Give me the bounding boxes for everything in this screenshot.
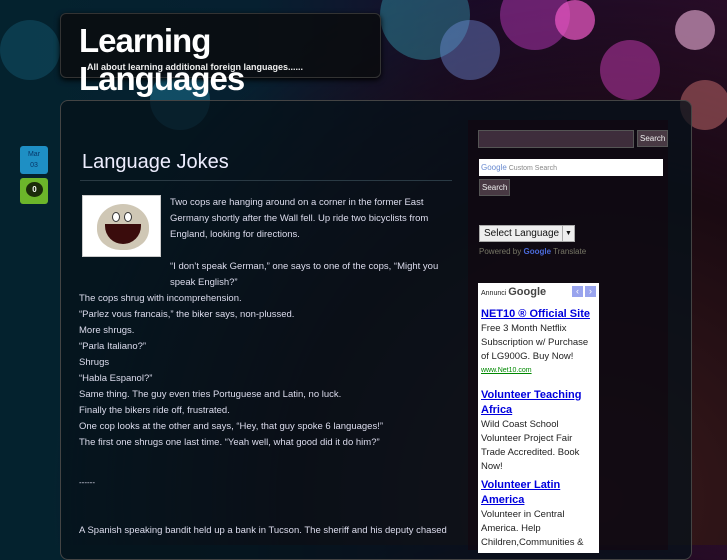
ad-text: Volunteer in Central America. Help Child… bbox=[481, 509, 584, 548]
site-title[interactable]: Learning Languages bbox=[79, 22, 380, 98]
site-tagline: All about learning additional foreign la… bbox=[87, 62, 304, 72]
ad-link[interactable]: Volunteer Teaching Africa bbox=[481, 388, 596, 418]
line: More shrugs. bbox=[79, 325, 135, 336]
line: Same thing. The guy even tries Portugues… bbox=[79, 389, 342, 400]
google-ads-box: Annunci Google ‹ › NET10 ® Official Site… bbox=[478, 283, 599, 553]
paragraph: A Spanish speaking bandit held up a bank… bbox=[79, 525, 447, 536]
ad-url[interactable]: www.Net10.com bbox=[481, 364, 596, 378]
google-search-button[interactable]: Search bbox=[479, 179, 511, 196]
google-custom-search-input[interactable]: Google Custom Search bbox=[479, 159, 663, 176]
google-logo: Google bbox=[481, 163, 507, 172]
site-header: Learning Languages All about learning ad… bbox=[60, 13, 381, 97]
line: “Parlez vous francais,” the biker says, … bbox=[79, 309, 295, 320]
chevron-down-icon: ▼ bbox=[562, 226, 574, 241]
language-select[interactable]: Select Language ▼ bbox=[479, 225, 575, 242]
post-date-badge: Mar 03 bbox=[20, 146, 48, 174]
ad-link[interactable]: Volunteer Latin America bbox=[481, 478, 596, 508]
line: “Habla Espanol?” bbox=[79, 373, 153, 384]
paragraph: “I don’t speak German,” one says to one … bbox=[170, 261, 439, 288]
powered-by-google-translate: Powered by Google Translate bbox=[479, 247, 587, 256]
post-title[interactable]: Language Jokes bbox=[82, 151, 229, 174]
post-body: Two cops are hanging around on a corner … bbox=[79, 195, 449, 539]
placeholder: Custom Search bbox=[508, 165, 557, 172]
date-month: Mar bbox=[27, 151, 41, 158]
line: Shrugs bbox=[79, 357, 110, 368]
chevron-left-icon[interactable]: ‹ bbox=[572, 286, 583, 297]
paragraph: Two cops are hanging around on a corner … bbox=[170, 197, 429, 240]
line: “Parla Italiano?” bbox=[79, 341, 147, 352]
ad-text: Wild Coast School Volunteer Project Fair… bbox=[481, 419, 580, 472]
chevron-right-icon[interactable]: › bbox=[585, 286, 596, 297]
date-day: 03 bbox=[30, 162, 38, 169]
ad-link[interactable]: NET10 ® Official Site bbox=[481, 307, 596, 322]
speech-bubble-icon: 0 bbox=[26, 182, 43, 197]
ad-text: Free 3 Month Netflix Subscription w/ Pur… bbox=[481, 323, 589, 362]
line: The first one shrugs one last time. “Yea… bbox=[79, 437, 380, 448]
search-button[interactable]: Search bbox=[637, 130, 669, 147]
separator: ------ bbox=[79, 478, 95, 487]
search-input[interactable] bbox=[478, 130, 634, 148]
comment-count-badge[interactable]: 0 bbox=[20, 178, 48, 204]
divider bbox=[80, 180, 452, 181]
google-logo: Google bbox=[523, 247, 552, 256]
line: Finally the bikers ride off, frustrated. bbox=[79, 405, 230, 416]
line: One cop looks at the other and says, “He… bbox=[79, 421, 384, 432]
select-value: Select Language bbox=[484, 228, 560, 239]
line: The cops shrug with incomprehension. bbox=[79, 293, 242, 304]
